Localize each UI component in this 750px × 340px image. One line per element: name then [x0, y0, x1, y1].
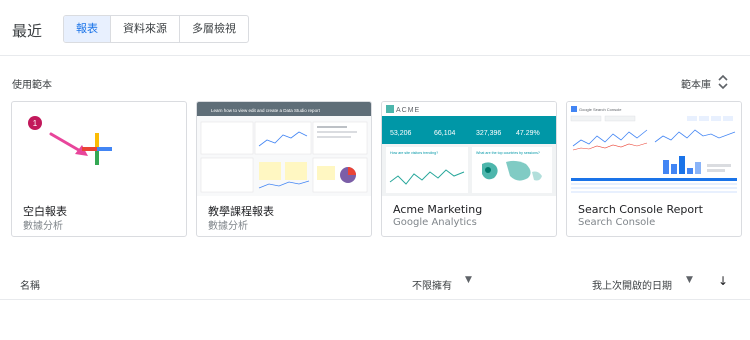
step-badge-number: 1	[33, 119, 38, 128]
acme-question-countries: What are the top countries by sessions?	[476, 151, 540, 155]
template-card-source: 數據分析	[23, 221, 63, 232]
acme-thumbnail: ACME 53,206 66,104 327,396 47.29% How ar…	[382, 102, 556, 196]
template-card-search-console[interactable]: Google Search Console Search Console Rep…	[566, 101, 742, 237]
template-gallery-link[interactable]: 範本庫	[681, 76, 711, 91]
tab-data-sources[interactable]: 資料來源	[111, 16, 180, 42]
template-card-title: Acme Marketing	[393, 203, 483, 216]
template-card-source: Search Console	[578, 217, 656, 228]
tutorial-thumbnail: Learn how to view edit and create a Data…	[197, 102, 371, 196]
page-title: 最近	[12, 22, 43, 40]
date-sort-dropdown[interactable]: 我上次開啟的日期	[592, 277, 672, 292]
pointer-arrow-icon	[49, 132, 88, 156]
owner-filter-dropdown[interactable]: 不限擁有	[412, 277, 452, 292]
date-dropdown-caret-icon[interactable]: ▼	[686, 275, 693, 285]
acme-logo: ACME	[396, 107, 420, 114]
template-card-tutorial[interactable]: Learn how to view edit and create a Data…	[196, 101, 372, 237]
acme-kpi-bounce: 47.29%	[516, 130, 540, 137]
tab-reports[interactable]: 報表	[64, 16, 111, 42]
plus-icon	[82, 133, 112, 165]
owner-dropdown-caret-icon[interactable]: ▼	[465, 275, 472, 285]
tab-explorer[interactable]: 多層檢視	[180, 16, 248, 42]
acme-question-trend: How are site visitors trending?	[390, 151, 438, 155]
column-header-name[interactable]: 名稱	[20, 277, 40, 292]
acme-kpi-sessions: 66,104	[434, 130, 456, 137]
view-tabs: 報表 資料來源 多層檢視	[63, 15, 249, 43]
sort-direction-arrow-icon[interactable]: ↓	[718, 274, 728, 288]
top-bar: 最近 報表 資料來源 多層檢視	[0, 0, 750, 56]
acme-kpi-users: 53,206	[390, 130, 412, 137]
expand-collapse-icon[interactable]	[716, 72, 730, 92]
templates-section-label: 使用範本	[12, 80, 52, 91]
template-card-blank[interactable]: 1 空白報表 數據分析	[11, 101, 187, 237]
search-console-thumbnail: Google Search Console	[567, 102, 741, 196]
report-list-header: 名稱 不限擁有 ▼ 我上次開啟的日期 ▼ ↓	[0, 264, 750, 300]
template-card-source: 數據分析	[208, 221, 248, 232]
step-badge: 1	[28, 116, 42, 130]
template-card-acme-marketing[interactable]: ACME 53,206 66,104 327,396 47.29% How ar…	[381, 101, 557, 237]
template-card-title: Search Console Report	[578, 203, 703, 216]
search-console-thumb-title: Google Search Console	[579, 107, 622, 112]
blank-thumbnail: 1	[28, 116, 112, 165]
tutorial-thumb-title: Learn how to view edit and create a Data…	[211, 108, 321, 113]
acme-kpi-pageviews: 327,396	[476, 130, 501, 137]
template-card-source: Google Analytics	[393, 217, 477, 228]
